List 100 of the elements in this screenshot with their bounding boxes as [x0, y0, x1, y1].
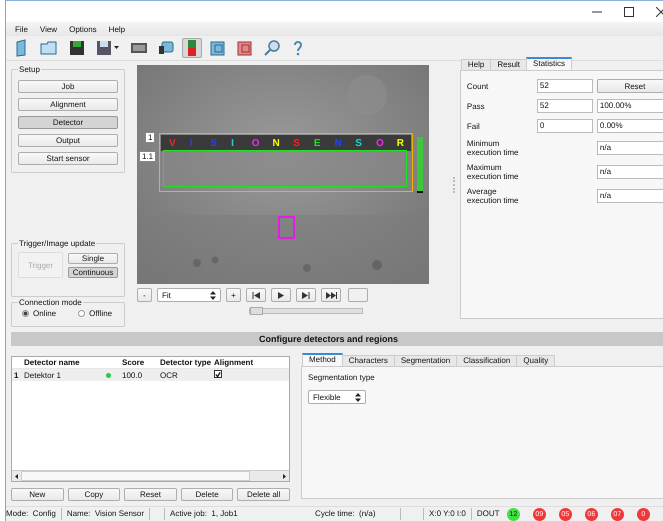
- checkbox[interactable]: [214, 370, 222, 378]
- close-icon[interactable]: [656, 6, 663, 16]
- recognized-character: N: [272, 138, 281, 149]
- table-action-button[interactable]: Reset: [124, 488, 177, 501]
- statistic-label: Count: [466, 82, 490, 90]
- status-text: DOUT: [476, 508, 500, 520]
- status-text: Cycle time: (n/a): [310, 508, 402, 520]
- recognized-character: S: [354, 138, 363, 149]
- zoom-dropdown[interactable]: Fit: [157, 288, 221, 302]
- setup-button[interactable]: Alignment: [18, 98, 118, 111]
- field-label: Segmentation type: [308, 373, 376, 382]
- table-action-button[interactable]: Copy: [68, 488, 120, 501]
- tab[interactable]: Characters: [342, 355, 395, 366]
- frame-slider[interactable]: [249, 308, 363, 314]
- value-field[interactable]: n/a: [596, 189, 663, 203]
- recognized-character: S: [209, 138, 218, 149]
- setup-button[interactable]: Job: [18, 80, 118, 93]
- value-field[interactable]: 0.00%: [596, 119, 663, 133]
- mode-button[interactable]: Continuous: [68, 266, 118, 278]
- recognized-character: O: [250, 138, 261, 149]
- magnifier-icon: [264, 40, 280, 56]
- maximize-icon[interactable]: [624, 6, 634, 16]
- tab[interactable]: Classification: [456, 355, 518, 366]
- radio-label: Online: [33, 309, 56, 318]
- tab[interactable]: Statistics: [526, 57, 572, 70]
- value-field[interactable]: n/a: [596, 141, 663, 155]
- menu-item[interactable]: View: [38, 24, 58, 34]
- recognized-character: V: [168, 138, 177, 149]
- fast-forward-button[interactable]: [321, 288, 341, 302]
- value-field[interactable]: 0: [536, 119, 593, 133]
- play-button[interactable]: [271, 288, 291, 302]
- film-icon: [131, 42, 147, 54]
- first-frame-button[interactable]: [246, 288, 266, 302]
- segmentation-dropdown[interactable]: Flexible: [308, 390, 366, 404]
- play-icon: [278, 292, 284, 298]
- recognized-character: I: [188, 138, 194, 149]
- frame-icon: [237, 40, 253, 56]
- status-text: Mode: Config: [6, 508, 62, 520]
- region-label: 1.1: [139, 151, 156, 162]
- slider-thumb[interactable]: [250, 307, 263, 315]
- tab[interactable]: Help: [460, 59, 492, 70]
- radio-button[interactable]: [78, 310, 86, 317]
- table-cell-text: Detektor 1: [23, 370, 62, 380]
- region-label: 1: [145, 132, 156, 143]
- group-title: Setup: [18, 65, 41, 74]
- statistic-label: Maximum execution time: [466, 163, 520, 181]
- setup-button[interactable]: Detector: [18, 116, 118, 129]
- zoom-out-button[interactable]: -: [137, 288, 152, 302]
- column-header[interactable]: Alignment: [214, 358, 274, 367]
- menu-item[interactable]: Help: [108, 24, 126, 34]
- table-action-button[interactable]: Delete: [180, 488, 234, 501]
- tab[interactable]: Segmentation: [394, 355, 458, 366]
- recognized-character: S: [292, 138, 301, 149]
- skip-back-icon: [252, 292, 260, 298]
- floppy-dropdown-icon: [96, 40, 120, 56]
- folder-icon: [40, 41, 58, 55]
- recognized-character: N: [334, 138, 343, 149]
- radio-label: Offline: [89, 309, 112, 318]
- statistic-label: Pass: [466, 102, 486, 110]
- value-field[interactable]: 52: [536, 99, 593, 113]
- last-frame-button[interactable]: [296, 288, 316, 302]
- question-icon: [293, 40, 303, 56]
- table-action-button[interactable]: New: [11, 488, 64, 501]
- section-header: Configure detectors and regions: [11, 332, 663, 346]
- zoom-in-button[interactable]: +: [226, 288, 241, 302]
- setup-button[interactable]: Start sensor: [18, 152, 118, 165]
- menu-item[interactable]: Options: [68, 24, 98, 34]
- spin-icon: [355, 392, 361, 402]
- recognized-character: R: [396, 138, 405, 149]
- sensor-icon: [187, 39, 197, 57]
- radio-button[interactable]: [22, 310, 29, 317]
- statistic-label: Average execution time: [466, 187, 520, 205]
- row-number: 1: [13, 370, 20, 380]
- statistic-label: Fail: [466, 122, 481, 130]
- region-frame[interactable]: V I S I O N S E N S O R: [159, 133, 413, 192]
- column-header[interactable]: Score: [122, 358, 160, 367]
- tab[interactable]: Method: [302, 353, 343, 366]
- value-field[interactable]: 100.00%: [596, 99, 663, 113]
- column-header[interactable]: Detector name: [22, 358, 94, 367]
- tab[interactable]: Result: [490, 59, 528, 70]
- mode-button[interactable]: Single: [68, 252, 118, 264]
- table-action-button[interactable]: Delete all: [237, 488, 290, 501]
- statistic-label: Minimum execution time: [466, 139, 520, 157]
- page-icon: [16, 39, 28, 57]
- status-text: X:0 Y:0 I:0: [424, 508, 472, 520]
- setup-button[interactable]: Output: [18, 134, 118, 147]
- reset-button[interactable]: Reset: [596, 79, 663, 93]
- value-field[interactable]: 52: [536, 79, 593, 93]
- column-header[interactable]: Detector type: [160, 358, 214, 367]
- horizontal-scrollbar[interactable]: [12, 470, 289, 481]
- frame-icon: [210, 40, 226, 56]
- spin-icon: [210, 290, 216, 300]
- fast-forward-icon: [326, 292, 336, 298]
- menu-item[interactable]: File: [14, 24, 29, 34]
- splitter-handle[interactable]: [453, 177, 457, 193]
- tab[interactable]: Quality: [516, 355, 556, 366]
- recognized-character: O: [375, 138, 385, 149]
- group-title: Trigger/Image update: [18, 239, 96, 248]
- value-field[interactable]: n/a: [596, 165, 663, 179]
- status-text: Name: Vision Sensor: [62, 508, 150, 520]
